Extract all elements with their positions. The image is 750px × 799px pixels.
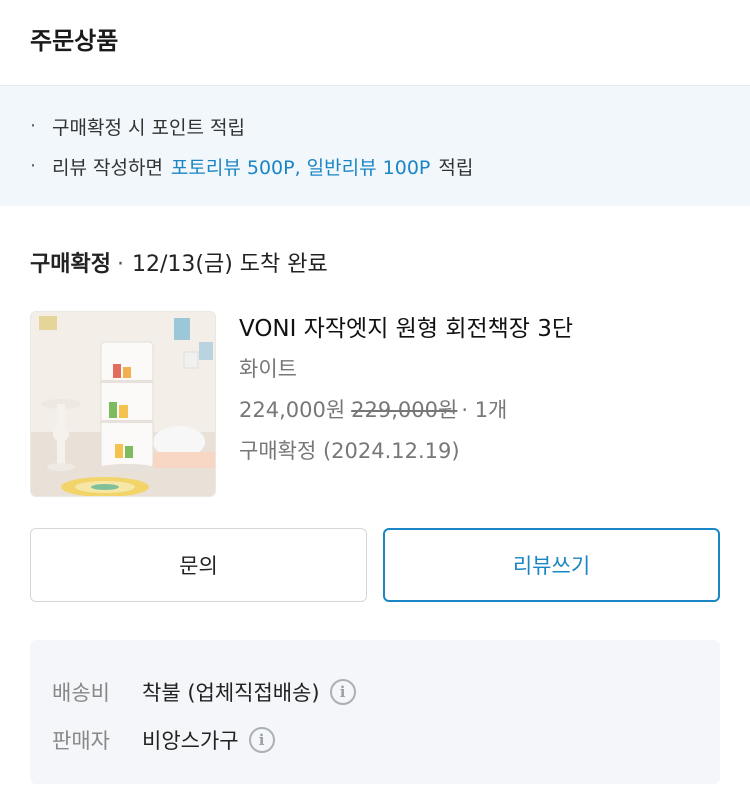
review-point-highlight: 포토리뷰 500P, 일반리뷰 100P [170, 156, 431, 179]
inquiry-button[interactable]: 문의 [30, 528, 367, 602]
product-info: VONI 자작엣지 원형 회전책장 3단 화이트 224,000원 229,000… [239, 311, 573, 472]
product-option: 화이트 [239, 357, 297, 381]
seller-row: 판매자 비앙스가구 i [52, 716, 698, 764]
purchase-confirm-date: 구매확정 (2024.12.19) [239, 439, 460, 463]
quantity: · 1개 [461, 398, 508, 422]
order-status-row: 구매확정 · 12/13(금) 도착 완료 [30, 246, 328, 278]
product-card: VONI 자작엣지 원형 회전책장 3단 화이트 224,000원 229,000… [30, 311, 720, 497]
shipping-fee-label: 배송비 [52, 681, 110, 705]
product-thumbnail[interactable] [30, 311, 216, 497]
info-icon[interactable]: i [329, 679, 356, 705]
product-name[interactable]: VONI 자작엣지 원형 회전책장 3단 [239, 309, 573, 349]
notice-tail: 적립 [438, 156, 474, 179]
point-notice: · 구매확정 시 포인트 적립 · 리뷰 작성하면 포토리뷰 500P, 일반리… [0, 86, 750, 206]
bullet: · [30, 115, 37, 137]
shipping-fee-row: 배송비 착불 (업체직접배송) i [52, 668, 698, 716]
original-price: 229,000원 [351, 398, 458, 422]
shipping-info-box: 배송비 착불 (업체직접배송) i 판매자 비앙스가구 i [30, 640, 720, 784]
bullet: · [30, 155, 37, 177]
notice-text: 구매확정 시 포인트 적립 [52, 116, 245, 139]
shipping-fee-value: 착불 (업체직접배송) [142, 681, 320, 705]
status-separator: · [116, 252, 124, 277]
info-icon[interactable]: i [248, 727, 275, 753]
section-header: 주문상품 [0, 0, 750, 86]
notice-text: 리뷰 작성하면 [52, 156, 163, 179]
notice-item: · 리뷰 작성하면 포토리뷰 500P, 일반리뷰 100P 적립 [30, 146, 720, 186]
delivery-status: 12/13(금) 도착 완료 [131, 252, 328, 277]
price-line: 224,000원 229,000원 · 1개 [239, 390, 573, 431]
bookshelf-image [31, 312, 215, 496]
write-review-button[interactable]: 리뷰쓰기 [383, 528, 720, 602]
seller-name[interactable]: 비앙스가구 [142, 725, 239, 755]
seller-label: 판매자 [52, 729, 110, 753]
notice-item: · 구매확정 시 포인트 적립 [30, 106, 720, 146]
page-title: 주문상품 [30, 27, 119, 55]
order-status: 구매확정 [30, 252, 111, 277]
sale-price: 224,000원 [239, 398, 346, 422]
